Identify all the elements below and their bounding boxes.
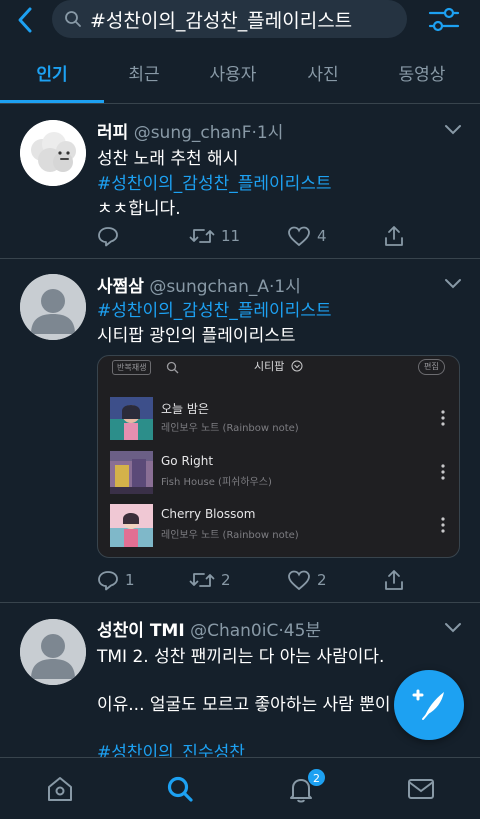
reply-icon [98, 571, 118, 591]
tab-latest[interactable]: 최근 [104, 50, 184, 102]
search-box[interactable] [52, 0, 407, 38]
reply-button[interactable]: 1 [97, 568, 135, 592]
like-count: 4 [317, 227, 327, 245]
retweet-count: 2 [221, 571, 231, 589]
user-handle: @sungchan_A [149, 277, 269, 297]
tweet-media-image[interactable]: 반복재생 시티팝 편집 오늘 밤은 레인보우 노트 (Rainbow note) [97, 355, 460, 558]
home-icon[interactable] [45, 774, 75, 804]
default-avatar-image [20, 274, 86, 340]
tab-top[interactable]: 인기 [0, 50, 104, 102]
timestamp: 45분 [283, 621, 322, 641]
reply-button[interactable] [97, 224, 125, 248]
display-name[interactable]: 러피 [97, 123, 128, 143]
reply-icon [98, 227, 118, 247]
user-handle: @Chan0iC [190, 621, 279, 641]
retweet-icon [189, 573, 215, 587]
playlist-song: Cherry Blossom 레인보우 노트 (Rainbow note) [110, 504, 450, 548]
avatar[interactable] [20, 619, 86, 685]
edit-badge: 편집 [418, 359, 445, 375]
like-icon [288, 226, 310, 247]
like-icon [288, 570, 310, 591]
hashtag-link[interactable]: #성찬이의_감성찬_플레이리스트 [97, 296, 332, 321]
search-icon [65, 11, 81, 27]
like-count: 2 [317, 571, 327, 589]
compose-feather-icon [412, 689, 444, 720]
playlist-header: 반복재생 시티팝 편집 [98, 356, 459, 380]
display-name[interactable]: 사쩜삼 [97, 277, 144, 297]
tweet-header: 사쩜삼 @sungchan_A·1시 [97, 272, 301, 297]
search-nav-icon[interactable] [165, 774, 195, 804]
tweet-header: 러피 @sung_chanF·1시 [97, 118, 283, 143]
reply-count: 1 [125, 571, 135, 589]
mail-icon[interactable] [406, 774, 436, 804]
active-tab-indicator [0, 100, 104, 103]
timestamp: 1시 [256, 123, 284, 143]
song-title: Cherry Blossom [161, 507, 256, 521]
chevron-down-icon[interactable] [444, 124, 462, 136]
top-bar [0, 0, 480, 40]
share-button[interactable] [383, 568, 411, 592]
tab-videos[interactable]: 동영상 [376, 50, 468, 102]
retweet-button[interactable]: 11 [189, 224, 240, 248]
like-button[interactable]: 4 [287, 224, 327, 248]
notification-badge: 2 [307, 768, 326, 787]
playlist-song: Go Right Fish House (피쉬하우스) [110, 451, 450, 495]
compose-tweet-button[interactable] [394, 670, 464, 740]
album-cover [110, 397, 153, 440]
avatar[interactable] [20, 120, 86, 186]
tweet-header: 성찬이 TMI @Chan0iC·45분 [97, 616, 321, 641]
cloud-avatar-image [20, 120, 86, 186]
share-icon [385, 570, 403, 590]
song-artist: 레인보우 노트 (Rainbow note) [161, 423, 299, 434]
hashtag-link[interactable]: #성찬이의_감성찬_플레이리스트 [97, 169, 332, 194]
more-vertical-icon [441, 464, 445, 480]
back-arrow-icon[interactable] [14, 6, 38, 34]
repeat-badge: 반복재생 [112, 360, 152, 375]
timestamp: 1시 [274, 277, 301, 297]
song-artist: Fish House (피쉬하우스) [161, 477, 272, 488]
search-tabs: 인기 최근 사용자 사진 동영상 [0, 50, 480, 104]
tweet-text-line: 이유... 얼굴도 모르고 좋아하는 사람 뿐이 [97, 695, 391, 715]
tweet-text-line: 성찬 노래 추천 해시 [97, 149, 239, 169]
display-name[interactable]: 성찬이 TMI [97, 621, 185, 641]
default-avatar-image [20, 619, 86, 685]
tab-photos[interactable]: 사진 [280, 50, 366, 102]
share-button[interactable] [383, 224, 411, 248]
search-input[interactable] [90, 4, 400, 34]
bottom-nav: 2 [0, 757, 480, 819]
tweet-text-line: 시티팝 광인의 플레이리스트 [97, 326, 296, 346]
tab-people[interactable]: 사용자 [190, 50, 276, 102]
retweet-icon [189, 229, 215, 243]
playlist-song: 오늘 밤은 레인보우 노트 (Rainbow note) [110, 397, 450, 441]
playlist-title: 시티팝 [254, 360, 285, 373]
tweet-text-line: TMI 2. 성찬 팬끼리는 다 아는 사람이다. [97, 647, 385, 667]
playlist-search-icon [166, 361, 179, 374]
filter-sliders-icon[interactable] [428, 6, 460, 34]
tweet-actions: 1 2 2 [97, 568, 427, 592]
song-title: Go Right [161, 454, 214, 468]
chevron-circle-icon [291, 360, 303, 372]
song-title: 오늘 밤은 [161, 402, 209, 416]
tweet-actions: 11 4 [97, 224, 427, 248]
retweet-button[interactable]: 2 [189, 568, 231, 592]
tweet-text-line: ㅊㅊ합니다. [97, 199, 181, 219]
album-cover [110, 504, 153, 547]
song-artist: 레인보우 노트 (Rainbow note) [161, 530, 299, 541]
retweet-count: 11 [221, 227, 241, 245]
album-cover [110, 451, 153, 494]
more-vertical-icon [441, 517, 445, 533]
chevron-down-icon[interactable] [444, 622, 462, 634]
chevron-down-icon[interactable] [444, 278, 462, 290]
user-handle: @sung_chanF [133, 123, 252, 143]
like-button[interactable]: 2 [287, 568, 327, 592]
avatar[interactable] [20, 274, 86, 340]
share-icon [385, 226, 403, 246]
more-vertical-icon [441, 410, 445, 426]
tweet[interactable]: 러피 @sung_chanF·1시 성찬 노래 추천 해시 #성찬이의_감성찬_… [0, 104, 480, 259]
